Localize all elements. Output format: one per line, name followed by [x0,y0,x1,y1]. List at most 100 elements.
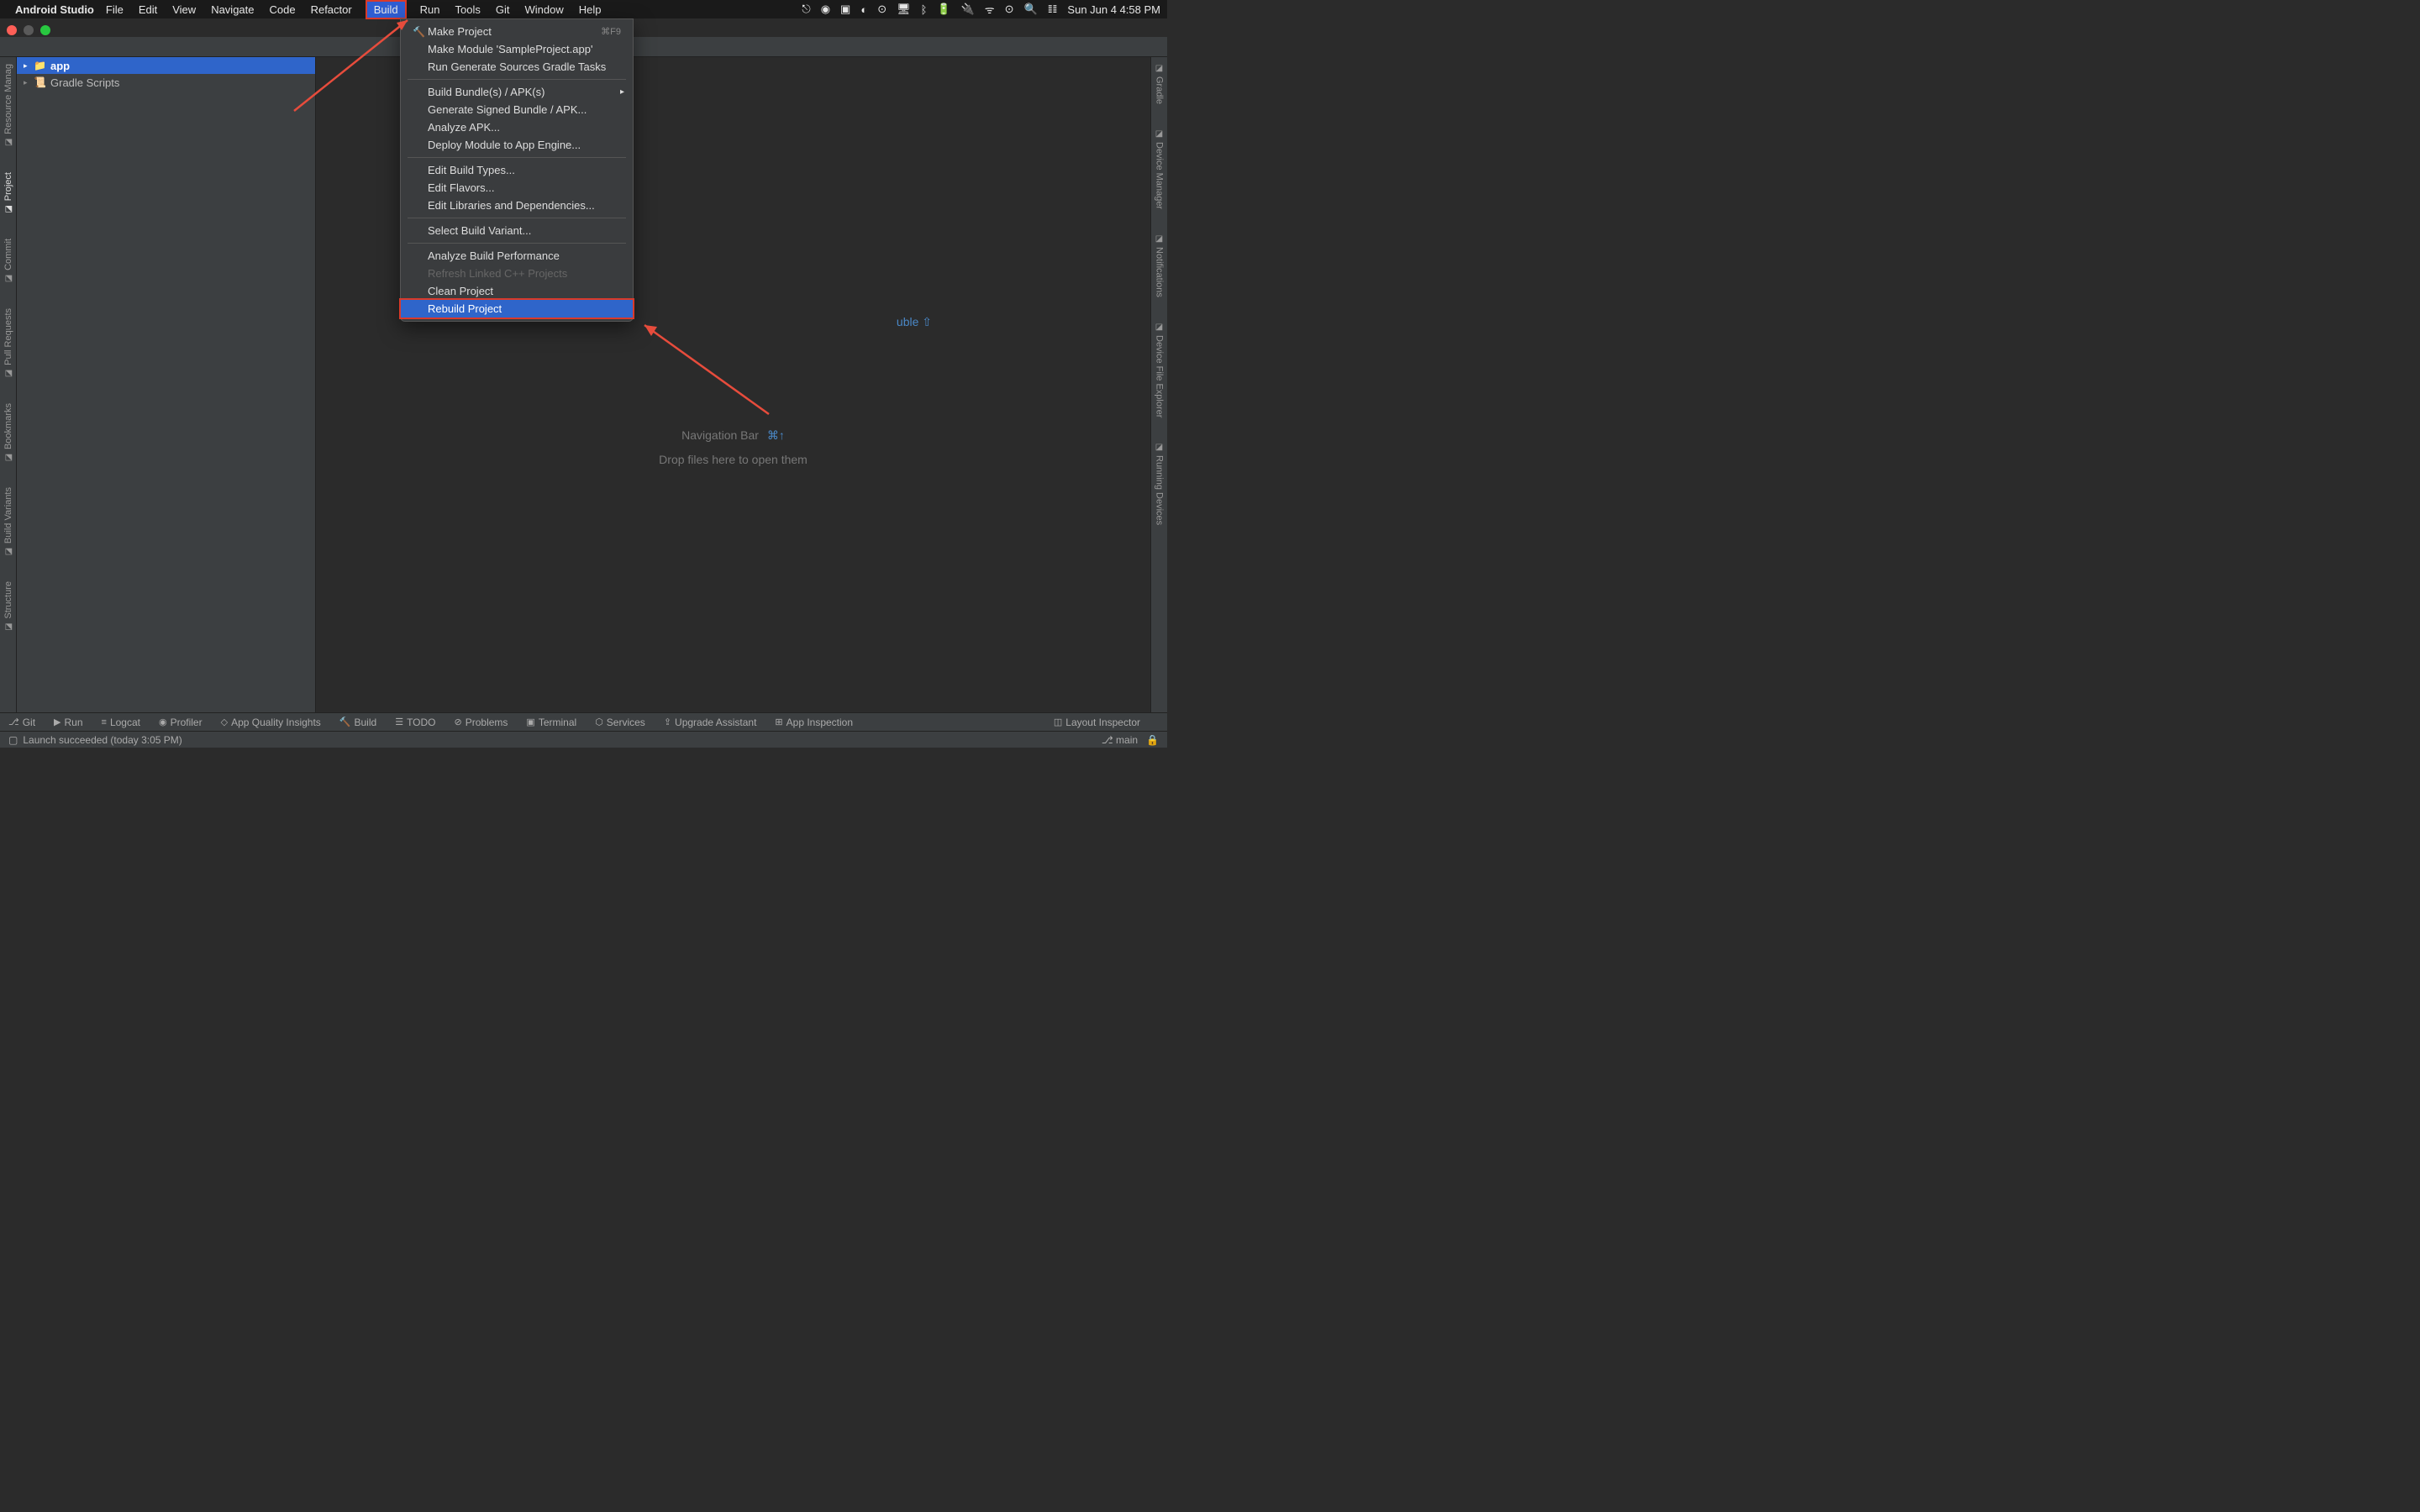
menu-view[interactable]: View [172,3,196,16]
right-tool-gradle[interactable]: ◪Gradle [1155,64,1165,104]
menu-item-deploy-module-to-app-engine[interactable]: Deploy Module to App Engine... [401,136,633,154]
status-icon[interactable]: ◉ [821,3,830,16]
bottom-tool-layout-inspector[interactable]: ◫Layout Inspector [1054,717,1140,728]
tree-item-gradle-scripts[interactable]: ▸📜Gradle Scripts [17,74,315,91]
bottom-tool-logcat[interactable]: ≡Logcat [102,717,140,728]
menu-item-clean-project[interactable]: Clean Project [401,282,633,300]
battery-icon[interactable]: 🔋 [937,3,950,16]
tool-icon: ⊘ [455,717,462,727]
tool-label: App Quality Insights [231,717,321,728]
menu-edit[interactable]: Edit [139,3,157,16]
tool-icon: ⬡ [595,717,603,727]
menu-item-rebuild-project[interactable]: Rebuild Project [401,300,633,318]
menu-window[interactable]: Window [524,3,563,16]
menu-run[interactable]: Run [420,3,440,16]
menu-help[interactable]: Help [579,3,602,16]
status-icon: ▢ [8,734,18,746]
status-icon[interactable]: ⊙ [877,3,886,16]
menu-git[interactable]: Git [496,3,510,16]
tool-label: Profiler [171,717,203,728]
menu-item-edit-flavors[interactable]: Edit Flavors... [401,179,633,197]
tool-label: Services [607,717,645,728]
bottom-tool-problems[interactable]: ⊘Problems [455,717,508,728]
chevron-right-icon[interactable]: ▸ [24,78,34,87]
user-icon[interactable]: ⊙ [1005,3,1014,16]
bottom-tool-todo[interactable]: ☰TODO [395,717,435,728]
maximize-window-button[interactable] [40,25,50,35]
bottom-toolbar: ⎇Git ▶Run ≡Logcat ◉Profiler ◇App Quality Ins… [0,712,1167,731]
bottom-tool-run[interactable]: ▶Run [54,717,82,728]
tree-item-app[interactable]: ▸📁app [17,57,315,74]
menu-item-analyze-apk[interactable]: Analyze APK... [401,118,633,136]
left-tool-build-variants[interactable]: ◪Build Variants [3,487,13,556]
build-menu-dropdown: 🔨Make Project⌘F9 Make Module 'SampleProje… [400,18,634,322]
menu-item-edit-build-types[interactable]: Edit Build Types... [401,161,633,179]
git-branch-indicator[interactable]: ⎇ main [1102,734,1138,746]
search-icon[interactable]: 🔍 [1024,3,1038,16]
right-tool-notifications[interactable]: ◪Notifications [1155,234,1165,297]
left-tool-structure[interactable]: ◪Structure [3,581,13,632]
close-window-button[interactable] [7,25,17,35]
menu-item-label: Run Generate Sources Gradle Tasks [428,60,621,73]
menu-item-label: Make Module 'SampleProject.app' [428,43,621,55]
menu-navigate[interactable]: Navigate [211,3,254,16]
left-tool-commit[interactable]: ◪Commit [3,239,13,283]
menu-item-label: Make Project [428,25,601,38]
minimize-window-button[interactable] [24,25,34,35]
menu-item-build-bundle-s-apk-s[interactable]: Build Bundle(s) / APK(s)▸ [401,83,633,101]
bluetooth-icon[interactable]: ᛒ [921,3,928,16]
menu-file[interactable]: File [106,3,124,16]
display-icon[interactable]: 🖥 [897,3,911,16]
status-icon[interactable]: ⎋ [802,3,810,16]
wifi-icon[interactable]: ᯤ [985,2,995,17]
right-tool-device-file-explorer[interactable]: ◪Device File Explorer [1155,323,1165,417]
menu-item-edit-libraries-and-dependencies[interactable]: Edit Libraries and Dependencies... [401,197,633,214]
left-tool-resource-manag[interactable]: ◪Resource Manag [3,64,13,147]
clock[interactable]: Sun Jun 4 4:58 PM [1067,3,1160,16]
control-center-icon[interactable]: 𝌮 [1048,3,1058,16]
lock-icon[interactable]: 🔒 [1146,734,1159,746]
bottom-tool-upgrade-assistant[interactable]: ⇪Upgrade Assistant [664,717,757,728]
bottom-tool-terminal[interactable]: ▣Terminal [526,717,576,728]
folder-icon: 📜 [34,76,47,88]
menu-item-label: Analyze Build Performance [428,249,621,262]
menu-item-make-module-sampleproject-app[interactable]: Make Module 'SampleProject.app' [401,40,633,58]
tool-icon: ⎇ [8,717,19,727]
menu-item-make-project[interactable]: 🔨Make Project⌘F9 [401,23,633,40]
menu-item-label: Edit Build Types... [428,164,621,176]
right-tool-running-devices[interactable]: ◪Running Devices [1155,443,1165,525]
tool-icon: ◫ [1054,717,1062,727]
chevron-right-icon[interactable]: ▸ [24,61,34,71]
menu-item-run-generate-sources-gradle-tasks[interactable]: Run Generate Sources Gradle Tasks [401,58,633,76]
bottom-tool-build[interactable]: 🔨Build [339,717,376,728]
bottom-tool-app-quality-insights[interactable]: ◇App Quality Insights [221,717,321,728]
menu-build[interactable]: Build [367,2,405,18]
app-name[interactable]: Android Studio [15,3,94,16]
bottom-tool-app-inspection[interactable]: ⊞App Inspection [775,717,853,728]
bottom-tool-profiler[interactable]: ◉Profiler [159,717,203,728]
navigation-bar-hint: Navigation Bar ⌘↑ [659,428,808,443]
tool-icon: ≡ [102,717,107,727]
status-message: Launch succeeded (today 3:05 PM) [23,734,182,746]
menu-item-select-build-variant[interactable]: Select Build Variant... [401,222,633,239]
project-panel: ▸📁app▸📜Gradle Scripts [17,57,316,712]
bottom-tool-services[interactable]: ⬡ Services [595,717,645,728]
menu-item-icon: 🔨 [413,26,428,38]
tool-label: Layout Inspector [1065,717,1140,728]
status-icon[interactable]: ▣ [840,3,850,16]
menu-item-generate-signed-bundle-apk[interactable]: Generate Signed Bundle / APK... [401,101,633,118]
left-tool-pull-requests[interactable]: ◪Pull Requests [3,308,13,378]
bottom-tool-git[interactable]: ⎇Git [8,717,35,728]
menu-item-analyze-build-performance[interactable]: Analyze Build Performance [401,247,633,265]
left-tool-gutter: ◪Resource Manag ◪Project ◪Commit ◪Pull Requ… [0,57,17,712]
tool-icon: ☰ [395,717,403,727]
battery-icon[interactable]: 🔌 [961,3,975,16]
left-tool-project[interactable]: ◪Project [3,172,13,213]
menu-refactor[interactable]: Refactor [311,3,352,16]
menu-code[interactable]: Code [270,3,296,16]
tool-label: Run [65,717,83,728]
left-tool-bookmarks[interactable]: ◪Bookmarks [3,403,13,462]
menu-tools[interactable]: Tools [455,3,481,16]
right-tool-device-manager[interactable]: ◪Device Manager [1155,129,1165,209]
status-icon[interactable]: ◐ [860,3,867,16]
